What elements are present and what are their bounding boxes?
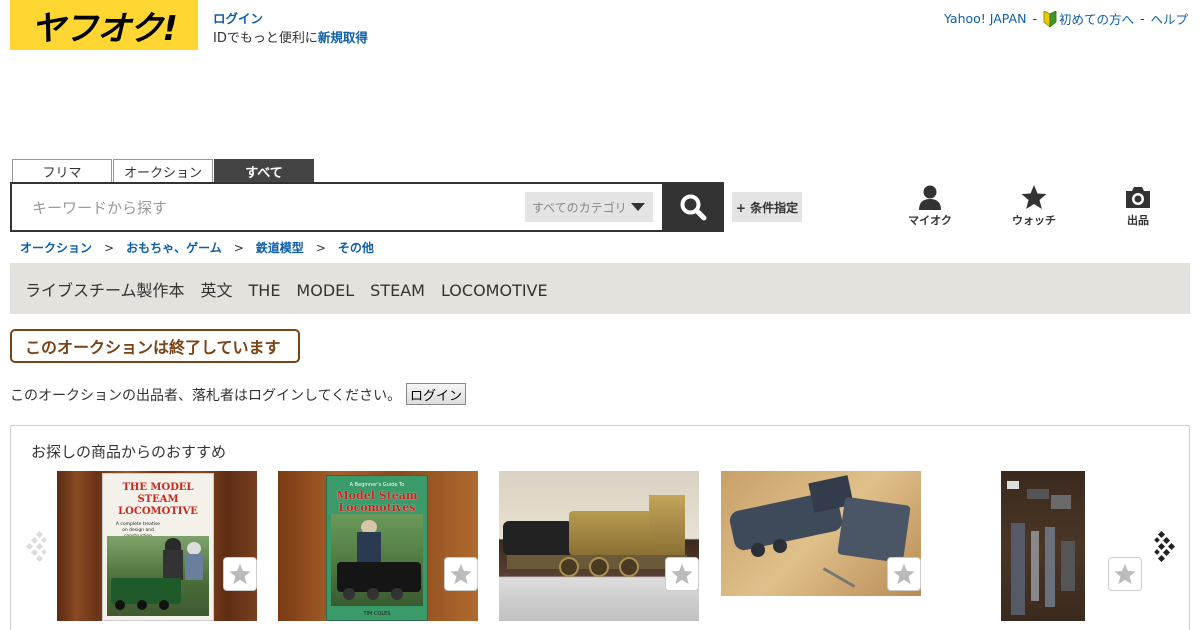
category-select-label: すべてのカテゴリ xyxy=(532,200,627,215)
breadcrumb-separator: > xyxy=(104,240,115,255)
tab-furima[interactable]: フリマ xyxy=(12,159,112,183)
person-icon xyxy=(919,185,941,210)
auction-ended-badge: このオークションは終了しています xyxy=(10,329,300,363)
login-area: ログイン IDでもっと便利に新規取得 xyxy=(213,10,368,48)
breadcrumb-item[interactable]: オークション xyxy=(20,239,92,256)
breadcrumb-item[interactable]: おもちゃ、ゲーム xyxy=(126,239,222,256)
breadcrumb-item[interactable]: 鉄道模型 xyxy=(256,239,304,256)
item-title-bar: ライブスチーム製作本 英文 THE MODEL STEAM LOCOMOTIVE xyxy=(10,263,1190,314)
recommend-item[interactable]: A Beginner's Guide To Model Steam Locomo… xyxy=(278,471,478,621)
beginner-link[interactable]: 初めての方へ xyxy=(1043,9,1134,28)
help-link[interactable]: ヘルプ xyxy=(1150,9,1188,28)
watch-button[interactable] xyxy=(444,557,478,591)
signup-link[interactable]: 新規取得 xyxy=(318,30,368,45)
star-icon xyxy=(671,563,693,585)
login-link[interactable]: ログイン xyxy=(213,11,263,26)
top-links: Yahoo! JAPAN - 初めての方へ - ヘルプ xyxy=(944,9,1188,28)
breadcrumb-separator: > xyxy=(233,240,244,255)
book-prefix: A Beginner's Guide To xyxy=(349,482,405,488)
item-photo: A Beginner's Guide To Model Steam Locomo… xyxy=(278,471,478,621)
search-placeholder: キーワードから探す xyxy=(32,199,168,217)
recommend-item[interactable] xyxy=(942,471,1142,621)
star-icon xyxy=(1114,563,1136,585)
book-cover: THE MODEL STEAM LOCOMOTIVE A complete tr… xyxy=(102,473,214,621)
nav-myauction-label: マイオク xyxy=(908,214,952,227)
login-message: このオークションの出品者、落札者はログインしてください。 xyxy=(10,388,402,404)
camera-icon xyxy=(1126,187,1150,208)
recommendation-panel: お探しの商品からのおすすめ THE MODEL STEAM LOCOMOTIVE… xyxy=(10,425,1190,630)
nav-watch[interactable]: ウォッチ xyxy=(1004,184,1064,228)
nav-watch-label: ウォッチ xyxy=(1012,214,1056,227)
star-icon xyxy=(450,563,472,585)
carousel-next-icon[interactable] xyxy=(1154,530,1176,562)
beginner-link-label: 初めての方へ xyxy=(1058,12,1134,27)
logo-text: ヤフオク! xyxy=(31,8,178,49)
yahuoku-logo[interactable]: ヤフオク! xyxy=(10,0,198,50)
nav-sell-label: 出品 xyxy=(1127,214,1149,227)
breadcrumb: オークション > おもちゃ、ゲーム > 鉄道模型 > その他 xyxy=(20,239,374,256)
tab-auction[interactable]: オークション xyxy=(113,159,213,183)
tab-all[interactable]: すべて xyxy=(214,159,314,183)
book-author: TIM COLES xyxy=(363,611,391,617)
login-note: IDでもっと便利に xyxy=(213,31,318,46)
yahoo-japan-link[interactable]: Yahoo! JAPAN xyxy=(944,11,1026,26)
carousel-prev-icon[interactable] xyxy=(25,530,47,562)
breadcrumb-separator: > xyxy=(315,240,326,255)
book-title: Model Steam Locomotives xyxy=(336,489,418,514)
book-cover: A Beginner's Guide To Model Steam Locomo… xyxy=(326,475,428,621)
recommendation-title: お探しの商品からのおすすめ xyxy=(31,443,227,461)
search-button[interactable] xyxy=(662,182,724,232)
watch-button[interactable] xyxy=(223,557,257,591)
chevron-down-icon xyxy=(631,203,645,211)
search-input[interactable]: キーワードから探す すべてのカテゴリ xyxy=(10,182,664,232)
watch-button[interactable] xyxy=(1108,557,1142,591)
book-title: THE MODEL STEAM LOCOMOTIVE xyxy=(118,482,198,517)
search-tabs: フリマ オークション すべて xyxy=(12,159,315,183)
category-select[interactable]: すべてのカテゴリ xyxy=(525,192,653,222)
item-photo: THE MODEL STEAM LOCOMOTIVE A complete tr… xyxy=(57,471,257,621)
star-icon xyxy=(893,563,915,585)
beginner-mark-icon xyxy=(1043,11,1057,27)
recommend-item[interactable] xyxy=(721,471,921,621)
item-photo xyxy=(1001,471,1085,621)
item-title: ライブスチーム製作本 英文 THE MODEL STEAM LOCOMOTIVE xyxy=(25,280,548,300)
breadcrumb-item[interactable]: その他 xyxy=(338,239,374,256)
login-button[interactable]: ログイン xyxy=(406,383,466,405)
watch-button[interactable] xyxy=(887,557,921,591)
link-separator: - xyxy=(1139,11,1145,26)
nav-myauction[interactable]: マイオク xyxy=(900,184,960,228)
watch-button[interactable] xyxy=(665,557,699,591)
star-icon xyxy=(1021,185,1047,209)
recommend-item[interactable]: THE MODEL STEAM LOCOMOTIVE A complete tr… xyxy=(57,471,257,621)
condition-button[interactable]: + 条件指定 xyxy=(732,192,802,222)
search-icon xyxy=(680,194,707,221)
item-photo xyxy=(499,471,699,621)
cover-photo xyxy=(331,514,423,606)
nav-sell[interactable]: 出品 xyxy=(1108,184,1168,228)
cover-photo xyxy=(107,536,209,616)
recommend-item[interactable] xyxy=(499,471,699,621)
star-icon xyxy=(229,563,251,585)
link-separator: - xyxy=(1032,11,1037,26)
